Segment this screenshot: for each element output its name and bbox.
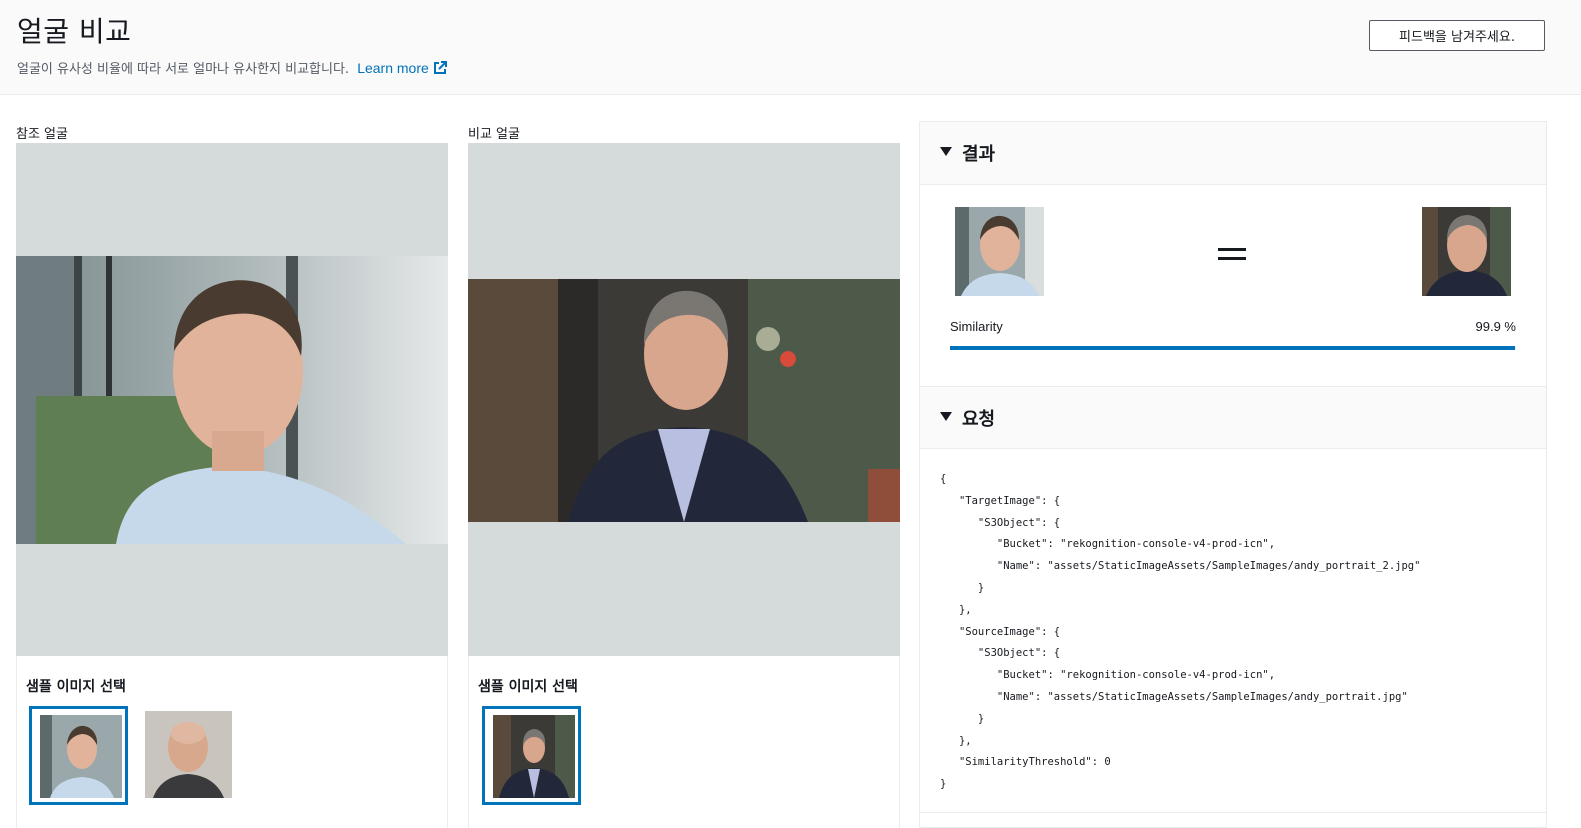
comparison-face-label: 비교 얼굴 (468, 127, 520, 142)
similarity-progress-fill (950, 346, 1516, 350)
comparison-sample-title: 샘플 이미지 선택 (478, 679, 578, 695)
comparison-photo (468, 279, 900, 522)
reference-sample-area: 샘플 이미지 선택 (16, 656, 448, 828)
request-title: 요청 (962, 409, 996, 430)
results-title: 결과 (962, 144, 996, 165)
similarity-progress-bar (950, 346, 1516, 350)
page-description: 얼굴이 유사성 비율에 따라 서로 얼마나 유사한지 비교합니다. Learn … (17, 58, 447, 77)
external-link-icon (433, 61, 447, 74)
page-title: 얼굴 비교 (17, 15, 132, 48)
reference-sample-title: 샘플 이미지 선택 (26, 679, 126, 695)
reference-sample-image-2[interactable] (145, 711, 232, 798)
comparison-sample-thumb-selected[interactable] (482, 706, 581, 805)
reference-sample-image-1 (40, 715, 122, 798)
similarity-label: Similarity (950, 319, 1003, 334)
reference-face-label: 참조 얼굴 (16, 127, 68, 142)
result-comparison-thumb (1422, 207, 1511, 296)
equals-icon (1218, 248, 1246, 266)
learn-more-label: Learn more (357, 60, 429, 76)
result-reference-thumb (955, 207, 1044, 296)
panel-divider (920, 812, 1546, 813)
reference-photo (16, 256, 448, 544)
page-header: 얼굴 비교 얼굴이 유사성 비율에 따라 서로 얼마나 유사한지 비교합니다. … (0, 0, 1581, 95)
request-json-code: { "TargetImage": { "S3Object": { "Bucket… (940, 473, 1421, 791)
learn-more-link[interactable]: Learn more (357, 60, 447, 76)
results-panel: 결과 Similarity 99.9 % 요청 { "TargetImage":… (919, 121, 1547, 828)
comparison-sample-image-1 (493, 715, 575, 798)
request-section-header[interactable]: 요청 (920, 386, 1546, 449)
results-section-header[interactable]: 결과 (920, 122, 1546, 185)
reference-image-frame (16, 143, 448, 656)
caret-down-icon (940, 147, 952, 156)
comparison-sample-area: 샘플 이미지 선택 (468, 656, 900, 828)
comparison-image-frame (468, 143, 900, 656)
similarity-value: 99.9 % (1475, 319, 1516, 334)
description-text: 얼굴이 유사성 비율에 따라 서로 얼마나 유사한지 비교합니다. (17, 62, 350, 77)
reference-sample-thumb-selected[interactable] (29, 706, 128, 805)
caret-down-icon (940, 412, 952, 421)
feedback-button[interactable]: 피드백을 남겨주세요. (1369, 20, 1545, 51)
